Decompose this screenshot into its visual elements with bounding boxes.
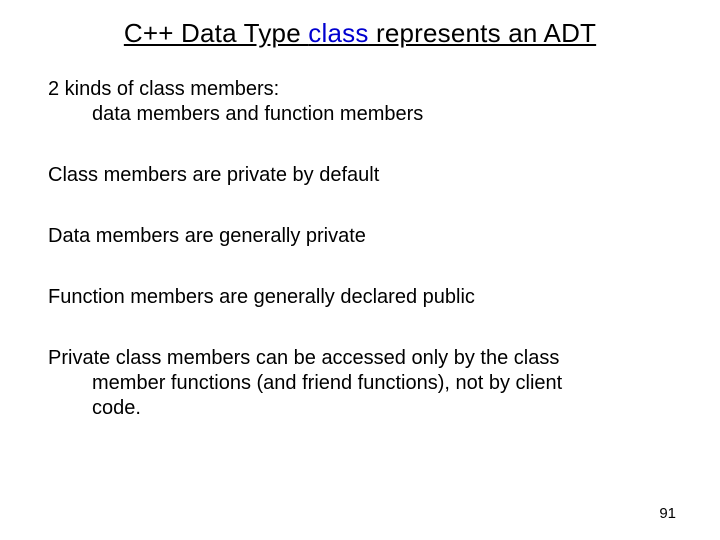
paragraph-2: Class members are private by default <box>48 163 672 188</box>
p1-line2: data members and function members <box>48 102 672 127</box>
title-suffix: represents an ADT <box>369 18 597 48</box>
paragraph-1: 2 kinds of class members: data members a… <box>48 77 672 127</box>
p1-line1: 2 kinds of class members: <box>48 77 672 102</box>
title-keyword: class <box>308 18 368 48</box>
paragraph-3: Data members are generally private <box>48 224 672 249</box>
slide-title: C++ Data Type class represents an ADT <box>48 18 672 49</box>
slide: C++ Data Type class represents an ADT 2 … <box>0 0 720 540</box>
p5-line1: Private class members can be accessed on… <box>48 346 672 371</box>
slide-body: 2 kinds of class members: data members a… <box>48 77 672 421</box>
paragraph-4: Function members are generally declared … <box>48 285 672 310</box>
title-prefix: C++ Data Type <box>124 18 308 48</box>
p5-line2: member functions (and friend functions),… <box>48 371 672 396</box>
p5-line3: code. <box>48 396 672 421</box>
page-number: 91 <box>659 505 676 522</box>
paragraph-5: Private class members can be accessed on… <box>48 346 672 421</box>
